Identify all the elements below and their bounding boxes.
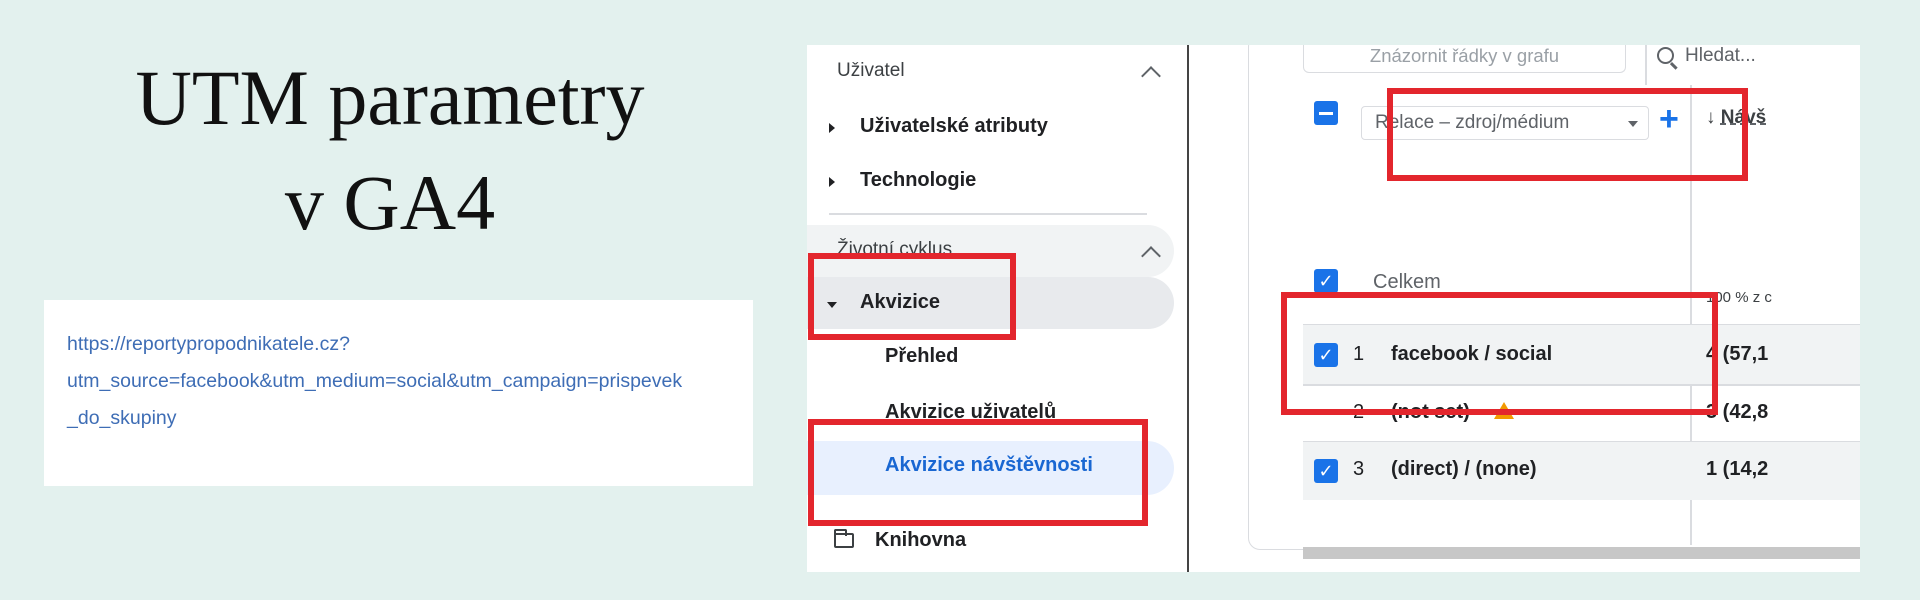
check-icon: ✓ <box>1318 271 1334 291</box>
check-icon: ✓ <box>1318 461 1334 481</box>
total-label: Celkem <box>1373 271 1441 293</box>
chevron-up-icon[interactable] <box>1141 66 1161 86</box>
url-line[interactable]: _do_skupiny <box>67 400 729 437</box>
expand-arrow-icon[interactable] <box>829 177 835 187</box>
url-example-card: https://reportypropodnikatele.cz? utm_so… <box>44 300 753 486</box>
slide-title: UTM parametry v GA4 <box>40 45 740 255</box>
highlight-box-facebook-row <box>1281 292 1718 415</box>
row-number: 3 <box>1353 458 1365 480</box>
row-checkbox[interactable]: ✓ <box>1314 459 1338 483</box>
sidebar-divider <box>829 213 1147 215</box>
horizontal-scrollbar[interactable] <box>1303 547 1860 559</box>
url-line[interactable]: utm_source=facebook&utm_medium=social&ut… <box>67 363 729 400</box>
highlight-box-traffic-acquisition <box>808 419 1148 526</box>
toolbar-separator <box>1645 45 1647 85</box>
select-all-checkbox[interactable] <box>1314 101 1338 125</box>
highlight-box-acquisition <box>808 253 1016 340</box>
plot-rows-button[interactable]: Znázornit řádky v grafu <box>1303 45 1626 73</box>
row-highlight-bg <box>1303 442 1860 500</box>
search-icon <box>1657 47 1674 64</box>
sidebar-item-overview[interactable]: Přehled <box>885 345 958 368</box>
row-label[interactable]: (direct) / (none) <box>1391 458 1537 481</box>
highlight-box-dimension <box>1387 88 1748 181</box>
row-value: 1 (14,2 <box>1706 458 1769 480</box>
sidebar-item-user-attributes[interactable]: Uživatelské atributy <box>860 115 1048 138</box>
total-checkbox[interactable]: ✓ <box>1314 269 1338 293</box>
slide-title-line-2: v GA4 <box>284 159 496 246</box>
sidebar-item-technology[interactable]: Technologie <box>860 169 976 192</box>
url-line[interactable]: https://reportypropodnikatele.cz? <box>67 326 729 363</box>
folder-icon <box>833 529 854 548</box>
sidebar-item-library[interactable]: Knihovna <box>875 529 966 552</box>
expand-arrow-icon[interactable] <box>829 123 835 133</box>
ga4-screenshot: Uživatel Uživatelské atributy Technologi… <box>807 45 1860 572</box>
search-input[interactable]: Hledat... <box>1685 45 1756 73</box>
slide-title-line-1: UTM parametry <box>135 54 645 141</box>
minus-icon <box>1319 111 1333 115</box>
section-user-header[interactable]: Uživatel <box>837 60 905 82</box>
